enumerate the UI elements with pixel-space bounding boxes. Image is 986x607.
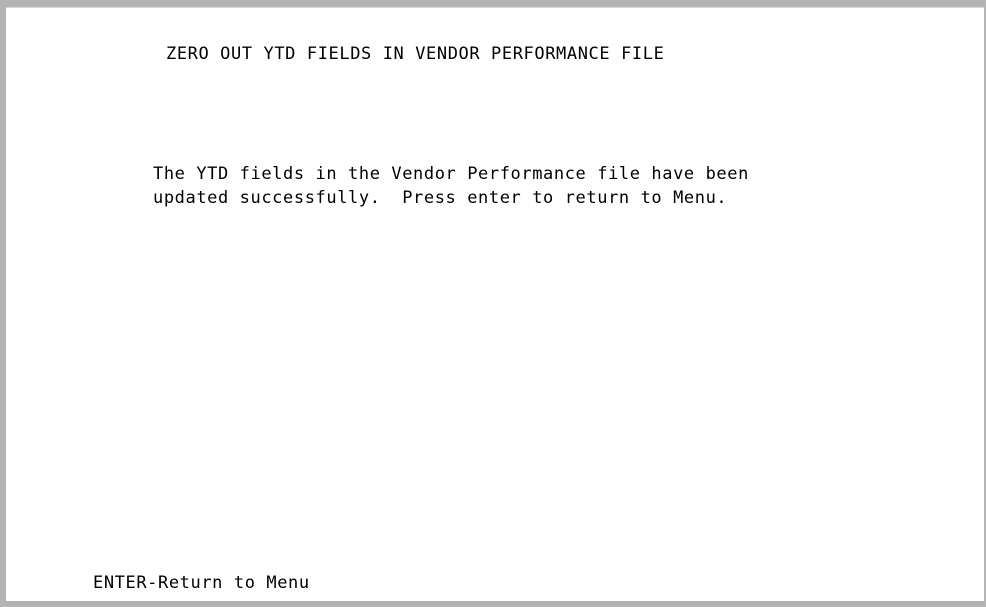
- enter-return-to-menu-key[interactable]: ENTER-Return to Menu: [93, 573, 310, 593]
- frame-edge: [6, 7, 984, 8]
- terminal-window: [0, 0, 986, 607]
- message-line-2: updated successfully. Press enter to ret…: [153, 188, 728, 208]
- message-line-1: The YTD fields in the Vendor Performance…: [153, 164, 749, 184]
- screen-title: ZERO OUT YTD FIELDS IN VENDOR PERFORMANC…: [166, 44, 665, 64]
